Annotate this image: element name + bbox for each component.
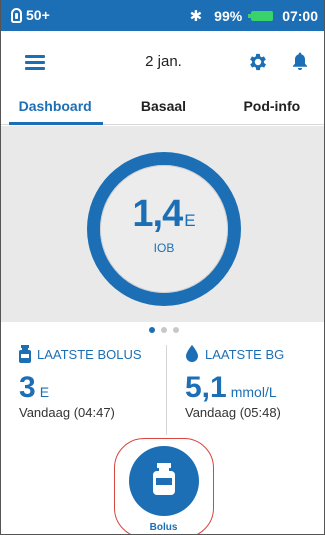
blood-drop-icon	[186, 345, 198, 362]
iob-circle: 1,4 E IOB	[100, 165, 228, 293]
page-dot-1	[148, 327, 155, 333]
last-bolus-block: LAATSTE BOLUS 3E Vandaag (04:47)	[19, 345, 142, 420]
pod-icon	[11, 7, 22, 23]
last-bolus-time: Vandaag (04:47)	[19, 405, 115, 420]
iob-label: IOB	[153, 241, 175, 255]
pod-status: 50+	[11, 7, 50, 23]
insulin-vial-icon	[153, 463, 175, 495]
tab-dashboard[interactable]: Dashboard	[1, 89, 109, 125]
bolus-button-label[interactable]: Bolus	[1, 522, 324, 533]
insulin-vial-icon	[19, 345, 31, 363]
system-status: ✱ 99% 07:00	[190, 7, 318, 25]
bluetooth-icon: ✱	[189, 8, 203, 25]
last-bg-block: LAATSTE BG 5,1 mmol/L Vandaag (05:48)	[185, 345, 284, 420]
bolus-button[interactable]	[129, 446, 199, 516]
tab-pod-info[interactable]: Pod-info	[218, 89, 324, 124]
last-bg-title-text: LAATSTE BG	[205, 346, 285, 362]
battery-icon	[248, 11, 274, 21]
last-bg-title: LAATSTE BG	[185, 345, 284, 363]
clock: 07:00	[282, 8, 318, 24]
bell-icon[interactable]	[291, 51, 309, 71]
app-frame: 50+ ✱ 99% 07:00 2 jan. Dashboard Basaal …	[0, 0, 325, 535]
last-bolus-title-text: LAATSTE BOLUS	[37, 346, 142, 362]
last-bolus-value: 3E	[19, 371, 142, 405]
page-dot-2	[160, 327, 167, 333]
last-bg-value: 5,1 mmol/L	[185, 371, 284, 405]
gear-icon[interactable]	[247, 51, 269, 73]
last-bg-time: Vandaag (05:48)	[185, 405, 281, 420]
last-bolus-unit: E	[39, 384, 50, 400]
status-bar: 50+ ✱ 99% 07:00	[1, 0, 324, 31]
app-header: 2 jan.	[1, 31, 324, 89]
last-bolus-title: LAATSTE BOLUS	[19, 345, 142, 363]
battery-percent: 99%	[214, 8, 243, 24]
page-indicator[interactable]	[1, 320, 324, 334]
info-divider	[166, 345, 167, 435]
iob-number: 1,4	[132, 193, 183, 235]
last-bg-number: 5,1	[185, 371, 227, 404]
last-bg-unit: mmol/L	[230, 384, 277, 400]
iob-value: 1,4 E	[100, 193, 228, 236]
pod-reservoir-text: 50+	[26, 7, 50, 23]
tab-basaal[interactable]: Basaal	[109, 89, 217, 124]
iob-panel[interactable]: 1,4 E IOB	[1, 126, 324, 322]
last-bolus-number: 3	[19, 371, 36, 404]
tab-bar: Dashboard Basaal Pod-info	[1, 89, 324, 125]
iob-ring: 1,4 E IOB	[87, 152, 241, 306]
current-date: 2 jan.	[145, 53, 182, 70]
page-dot-3	[172, 327, 179, 333]
iob-unit: E	[184, 211, 196, 230]
